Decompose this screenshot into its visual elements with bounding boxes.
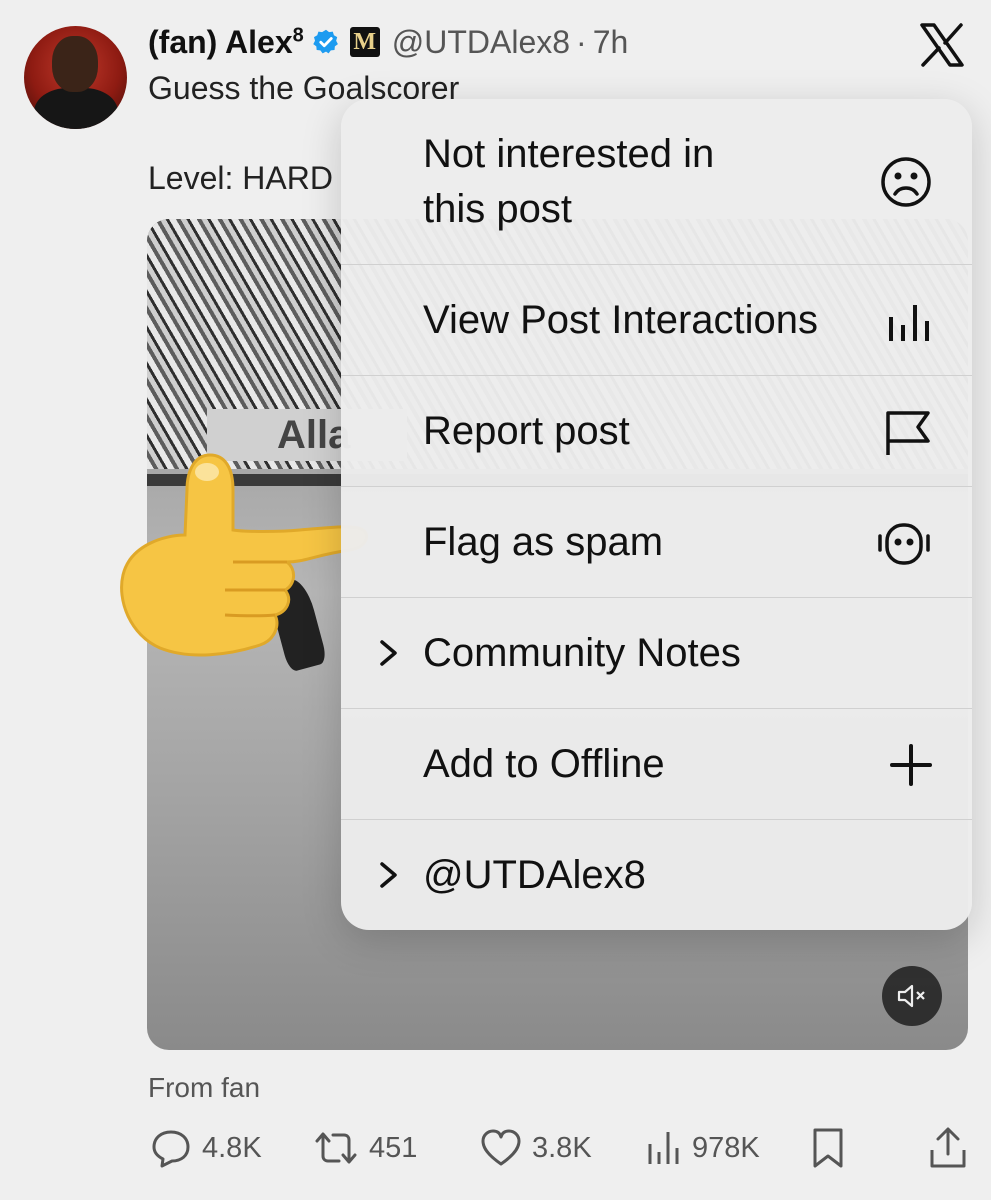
- heart-icon: [481, 1129, 521, 1166]
- menu-item-label: View Post Interactions: [423, 298, 819, 342]
- affiliate-badge-icon[interactable]: M: [349, 27, 380, 57]
- author-handle[interactable]: @UTDAlex8: [392, 24, 570, 61]
- menu-item-flag-as-spam[interactable]: Flag as spam: [341, 487, 972, 598]
- chevron-right-icon: [380, 640, 397, 666]
- menu-item-add-to-offline[interactable]: Add to Offline: [341, 709, 972, 820]
- repost-icon: [315, 1132, 357, 1164]
- robot-icon: [878, 523, 930, 565]
- post-time[interactable]: 7h: [593, 24, 629, 61]
- post-options-menu: Not interested in this post View Post In…: [341, 99, 972, 930]
- menu-item-community-notes[interactable]: Community Notes: [341, 598, 972, 709]
- speaker-muted-icon: [897, 984, 925, 1008]
- menu-item-label: Community Notes: [423, 631, 741, 675]
- menu-item-label: this post: [423, 187, 572, 231]
- mute-button[interactable]: [882, 966, 942, 1026]
- menu-item-label: Flag as spam: [423, 520, 664, 564]
- menu-item-label: Report post: [423, 409, 630, 453]
- verified-badge-icon: [313, 29, 338, 54]
- bookmark-button[interactable]: [810, 1120, 846, 1176]
- views-button[interactable]: 978K: [646, 1120, 760, 1176]
- pointing-hand-emoji-icon: [120, 453, 368, 657]
- menu-item-report-post[interactable]: Report post: [341, 376, 972, 487]
- plus-icon: [890, 744, 932, 786]
- post-action-bar: 4.8K 451 3.8K 978K: [0, 1120, 991, 1176]
- reply-button[interactable]: 4.8K: [150, 1120, 262, 1176]
- reply-count: 4.8K: [202, 1131, 262, 1164]
- views-bar-chart-icon: [648, 1132, 679, 1164]
- chevron-right-icon: [380, 862, 397, 888]
- share-button[interactable]: [928, 1120, 968, 1176]
- bookmark-icon: [813, 1128, 843, 1168]
- x-logo-icon[interactable]: [918, 22, 966, 68]
- share-icon: [930, 1127, 966, 1168]
- reply-icon: [152, 1130, 190, 1168]
- view-count: 978K: [692, 1131, 760, 1164]
- menu-item-view-interactions[interactable]: View Post Interactions: [341, 265, 972, 376]
- separator-dot: ·: [576, 23, 587, 60]
- sad-face-icon: [881, 157, 931, 207]
- like-button[interactable]: 3.8K: [480, 1120, 592, 1176]
- repost-button[interactable]: 451: [313, 1120, 417, 1176]
- menu-item-label: Add to Offline: [423, 742, 665, 786]
- bar-chart-icon: [889, 305, 929, 341]
- flag-icon: [886, 411, 930, 455]
- like-count: 3.8K: [532, 1131, 592, 1164]
- menu-item-label: @UTDAlex8: [423, 853, 646, 897]
- post-header: (fan) Alex8 M @UTDAlex8 · 7h: [148, 22, 628, 62]
- repost-count: 451: [369, 1131, 418, 1164]
- menu-item-not-interested[interactable]: Not interested in this post: [341, 99, 972, 265]
- post-source-label: From fan: [148, 1072, 261, 1103]
- menu-item-label: Not interested in: [423, 132, 715, 176]
- display-name[interactable]: (fan) Alex8: [148, 24, 304, 61]
- post-level-text: Level: HARD: [148, 160, 333, 196]
- menu-item-author[interactable]: @UTDAlex8: [341, 820, 972, 930]
- avatar[interactable]: [24, 26, 127, 129]
